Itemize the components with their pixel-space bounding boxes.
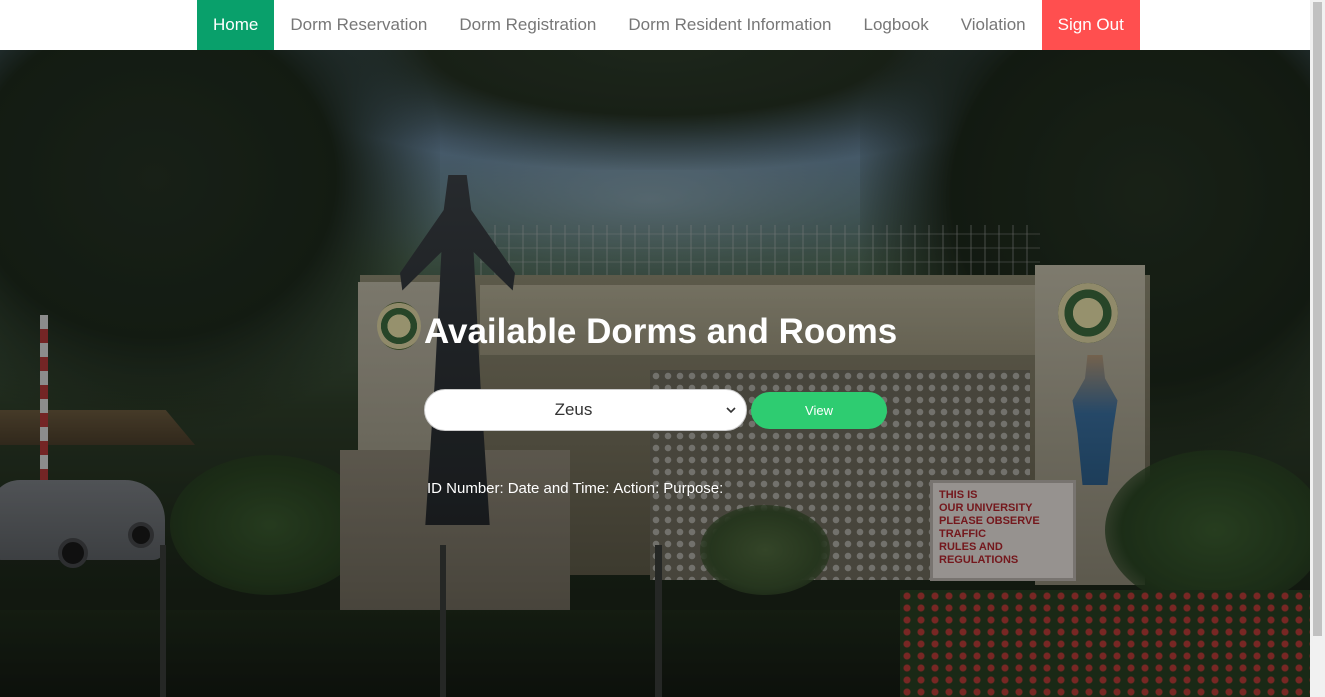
view-button[interactable]: View — [751, 392, 887, 429]
nav-item-sign-out[interactable]: Sign Out — [1041, 0, 1140, 50]
nav-item-home[interactable]: Home — [197, 0, 275, 50]
column-id-number: ID Number: — [427, 480, 504, 497]
column-purpose: Purpose: — [663, 480, 724, 497]
chevron-down-icon — [726, 407, 736, 414]
column-date-time: Date and Time: — [507, 480, 610, 497]
nav-item-dorm-registration[interactable]: Dorm Registration — [443, 0, 612, 50]
nav-item-dorm-resident-information[interactable]: Dorm Resident Information — [612, 0, 847, 50]
dorm-select-value: Zeus — [554, 400, 593, 419]
column-action: Action: — [613, 480, 660, 497]
nav-item-logbook[interactable]: Logbook — [848, 0, 945, 50]
dorm-select[interactable]: Zeus — [424, 389, 747, 431]
nav-item-dorm-reservation[interactable]: Dorm Reservation — [274, 0, 443, 50]
scrollbar-thumb[interactable] — [1313, 2, 1322, 636]
main-content: Available Dorms and Rooms Zeus View ID N… — [0, 50, 1310, 697]
top-navbar: Home Dorm Reservation Dorm Registration … — [0, 0, 1310, 50]
nav-list: Home Dorm Reservation Dorm Registration … — [197, 0, 1140, 50]
logbook-header: ID Number: Date and Time: Action: Purpose: — [427, 480, 727, 498]
page: Home Dorm Reservation Dorm Registration … — [0, 0, 1310, 697]
vertical-scrollbar[interactable] — [1310, 0, 1325, 697]
nav-item-violation[interactable]: Violation — [945, 0, 1042, 50]
page-title: Available Dorms and Rooms — [424, 312, 898, 351]
